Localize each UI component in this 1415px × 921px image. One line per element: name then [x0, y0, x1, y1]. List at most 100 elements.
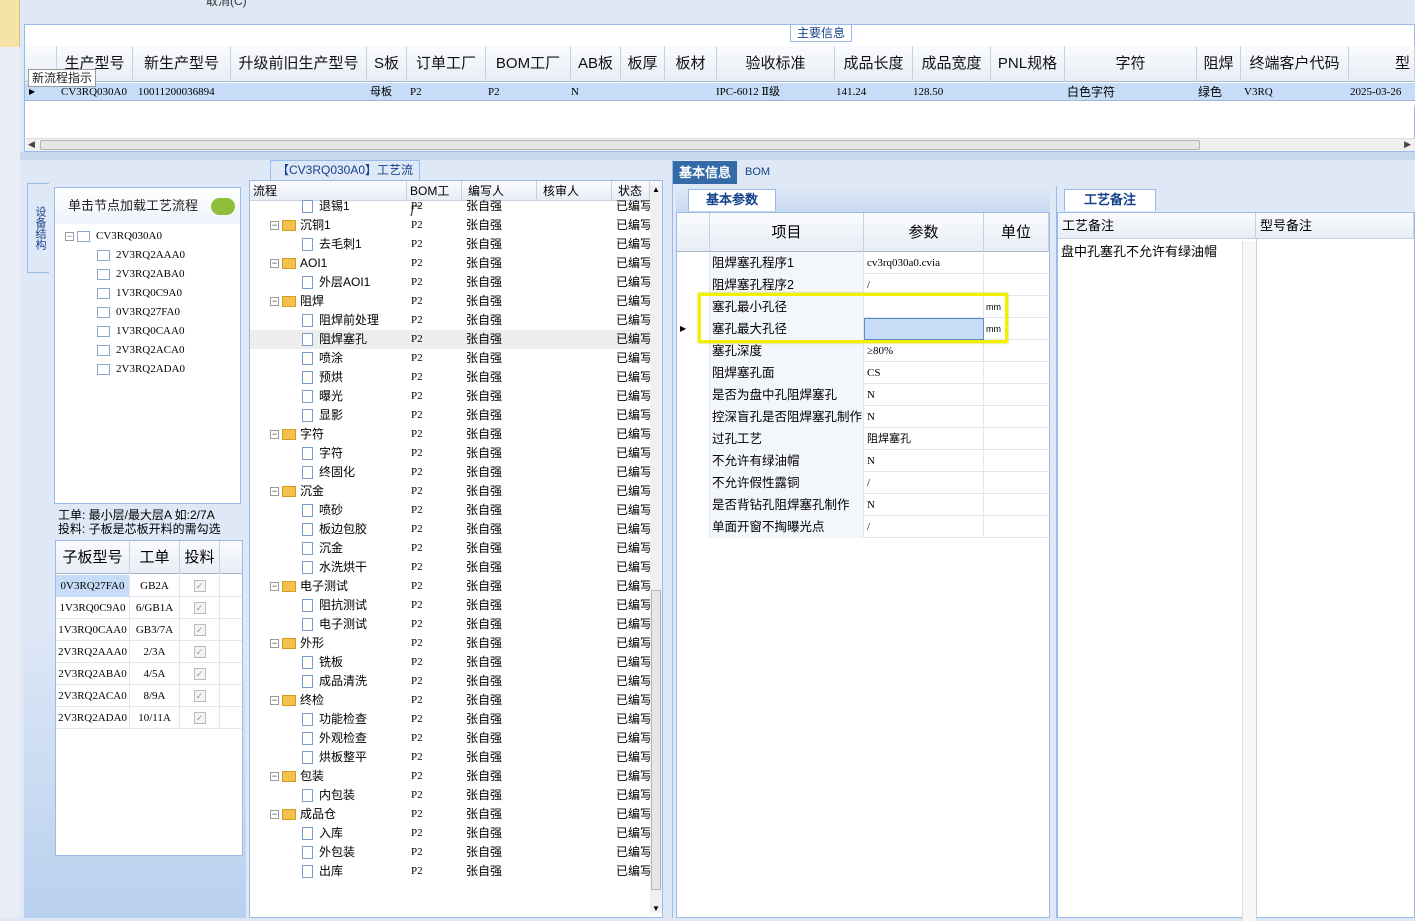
param-value-field[interactable]: N [864, 494, 984, 516]
collapse-icon[interactable]: − [270, 696, 279, 706]
col-header-length[interactable]: 成品长度 [835, 46, 913, 82]
flow-row[interactable]: 成品清洗 P2 张自强 已编写 [250, 672, 650, 691]
flow-row[interactable]: 曝光 P2 张自强 已编写 [250, 387, 650, 406]
flow-row[interactable]: 功能检查 P2 张自强 已编写 [250, 710, 650, 729]
flow-row[interactable]: 水洗烘干 P2 张自强 已编写 [250, 558, 650, 577]
param-value-field[interactable]: CS [864, 362, 984, 384]
collapse-icon[interactable]: − [270, 221, 279, 231]
collapse-icon[interactable]: − [65, 231, 74, 241]
param-value-field[interactable]: N [864, 384, 984, 406]
flow-row[interactable]: 沉金 P2 张自强 已编写 [250, 539, 650, 558]
tree-child-node[interactable]: 0V3RQ27FA0 [97, 303, 180, 322]
flow-row[interactable]: 喷砂 P2 张自强 已编写 [250, 501, 650, 520]
flow-row[interactable]: 内包装 P2 张自强 已编写 [250, 786, 650, 805]
param-row[interactable]: 不允许假性露铜 / [677, 472, 1049, 494]
flow-row[interactable]: − 成品仓 P2 张自强 已编写 [250, 805, 650, 824]
param-value-field[interactable]: 阻焊塞孔 [864, 428, 984, 450]
feed-checkbox[interactable]: ✓ [193, 646, 206, 659]
tree-child-node[interactable]: 1V3RQ0CAA0 [97, 322, 184, 341]
param-row[interactable]: 不允许有绿油帽 N [677, 450, 1049, 472]
col-header-bom-factory[interactable]: BOM工厂 [486, 46, 571, 82]
col-header-customer-code[interactable]: 终端客户代码 [1241, 46, 1349, 82]
collapse-icon[interactable]: − [270, 582, 279, 592]
flow-row[interactable]: 烘板整平 P2 张自强 已编写 [250, 748, 650, 767]
flow-row[interactable]: 显影 P2 张自强 已编写 [250, 406, 650, 425]
param-value-field[interactable]: / [864, 516, 984, 538]
param-row[interactable]: 是否背钻孔阻焊塞孔制作 N [677, 494, 1049, 516]
flow-row[interactable]: − 沉金 P2 张自强 已编写 [250, 482, 650, 501]
col-header-job[interactable]: 工单 [130, 541, 180, 574]
scroll-left-icon[interactable]: ◀ [28, 139, 35, 150]
flow-row[interactable]: 字符 P2 张自强 已编写 [250, 444, 650, 463]
col-header-s-board[interactable]: S板 [367, 46, 407, 82]
table-row[interactable]: 2V3RQ2ABA0 4/5A ✓ [56, 663, 242, 685]
tree-child-node[interactable]: 2V3RQ2ABA0 [97, 265, 184, 284]
cancel-button[interactable]: 取消(C) [206, 0, 247, 9]
process-note-text[interactable]: 盘中孔塞孔不允许有绿油帽 [1061, 241, 1246, 260]
col-header-ab-board[interactable]: AB板 [571, 46, 621, 82]
param-row[interactable]: 阻焊塞孔程序1 cv3rq030a0.cvia [677, 252, 1049, 274]
collapse-icon[interactable]: − [270, 810, 279, 820]
param-value-field[interactable]: cv3rq030a0.cvia [864, 252, 984, 274]
col-header-order-factory[interactable]: 订单工厂 [407, 46, 486, 82]
horizontal-splitter[interactable] [20, 152, 1415, 160]
flow-row[interactable]: 阻焊前处理 P2 张自强 已编写 [250, 311, 650, 330]
collapse-icon[interactable]: − [270, 259, 279, 269]
flow-row[interactable]: − AOI1 P2 张自强 已编写 [250, 254, 650, 273]
tab-process-note[interactable]: 工艺备注 [1064, 189, 1156, 211]
table-row[interactable]: ▶ CV3RQ030A0 10011200036894 母板 P2 P2 N I… [25, 83, 1415, 101]
param-row[interactable]: 控深盲孔是否阻焊塞孔制作 N [677, 406, 1049, 428]
flow-row[interactable]: − 终检 P2 张自强 已编写 [250, 691, 650, 710]
param-value-field[interactable]: ≥80% [864, 340, 984, 362]
flow-row[interactable]: 预烘 P2 张自强 已编写 [250, 368, 650, 387]
flow-row[interactable]: 退锡1 P2 张自强 已编写 [250, 197, 650, 216]
flow-row[interactable]: 电子测试 P2 张自强 已编写 [250, 615, 650, 634]
col-header-material[interactable]: 板材 [665, 46, 717, 82]
col-header-width[interactable]: 成品宽度 [913, 46, 991, 82]
feed-checkbox[interactable]: ✓ [193, 580, 206, 593]
col-header-feed[interactable]: 投料 [180, 541, 220, 574]
table-row[interactable]: 2V3RQ2ADA0 10/11A ✓ [56, 707, 242, 729]
side-tab[interactable] [0, 0, 20, 47]
param-row[interactable]: 阻焊塞孔面 CS [677, 362, 1049, 384]
feed-checkbox[interactable]: ✓ [193, 602, 206, 615]
param-row[interactable]: 单面开窗不掏曝光点 / [677, 516, 1049, 538]
tab-basic-params[interactable]: 基本参数 [688, 189, 776, 211]
param-row[interactable]: 过孔工艺 阻焊塞孔 [677, 428, 1049, 450]
flow-row[interactable]: 铣板 P2 张自强 已编写 [250, 653, 650, 672]
collapse-icon[interactable]: − [270, 430, 279, 440]
scrollbar-thumb[interactable] [651, 590, 661, 890]
table-row[interactable]: 1V3RQ0CAA0 GB3/7A ✓ [56, 619, 242, 641]
table-row[interactable]: 1V3RQ0C9A0 6/GB1A ✓ [56, 597, 242, 619]
col-header-pnl[interactable]: PNL规格 [991, 46, 1065, 82]
flow-row[interactable]: 终固化 P2 张自强 已编写 [250, 463, 650, 482]
flow-row[interactable]: 板边包胶 P2 张自强 已编写 [250, 520, 650, 539]
collapse-icon[interactable]: − [270, 772, 279, 782]
feed-checkbox[interactable]: ✓ [193, 668, 206, 681]
scrollbar-thumb[interactable] [40, 140, 1200, 150]
param-value-field[interactable]: / [864, 472, 984, 494]
flow-row[interactable]: 入库 P2 张自强 已编写 [250, 824, 650, 843]
collapse-icon[interactable]: − [270, 639, 279, 649]
flow-row[interactable]: 出库 P2 张自强 已编写 [250, 862, 650, 881]
col-header-standard[interactable]: 验收标准 [717, 46, 835, 82]
flow-row[interactable]: 外观检查 P2 张自强 已编写 [250, 729, 650, 748]
col-header-unit[interactable]: 单位 [984, 213, 1049, 252]
collapse-icon[interactable]: − [270, 297, 279, 307]
col-header-chars[interactable]: 字符 [1065, 46, 1197, 82]
param-value-field[interactable]: N [864, 450, 984, 472]
col-header-item[interactable]: 项目 [710, 213, 864, 252]
flow-row[interactable]: 去毛刺1 P2 张自强 已编写 [250, 235, 650, 254]
tree-child-node[interactable]: 1V3RQ0C9A0 [97, 284, 182, 303]
tree-child-node[interactable]: 2V3RQ2ADA0 [97, 360, 185, 379]
collapse-icon[interactable]: − [270, 487, 279, 497]
flow-vertical-scrollbar[interactable]: ▲ ▼ [650, 185, 662, 913]
flow-row[interactable]: 喷涂 P2 张自强 已编写 [250, 349, 650, 368]
flow-row[interactable]: 外层AOI1 P2 张自强 已编写 [250, 273, 650, 292]
flow-row[interactable]: − 字符 P2 张自强 已编写 [250, 425, 650, 444]
feed-checkbox[interactable]: ✓ [193, 624, 206, 637]
feed-checkbox[interactable]: ✓ [193, 690, 206, 703]
scroll-down-icon[interactable]: ▼ [652, 904, 660, 913]
tree-child-node[interactable]: 2V3RQ2AAA0 [97, 246, 185, 265]
col-header-thickness[interactable]: 板厚 [621, 46, 665, 82]
